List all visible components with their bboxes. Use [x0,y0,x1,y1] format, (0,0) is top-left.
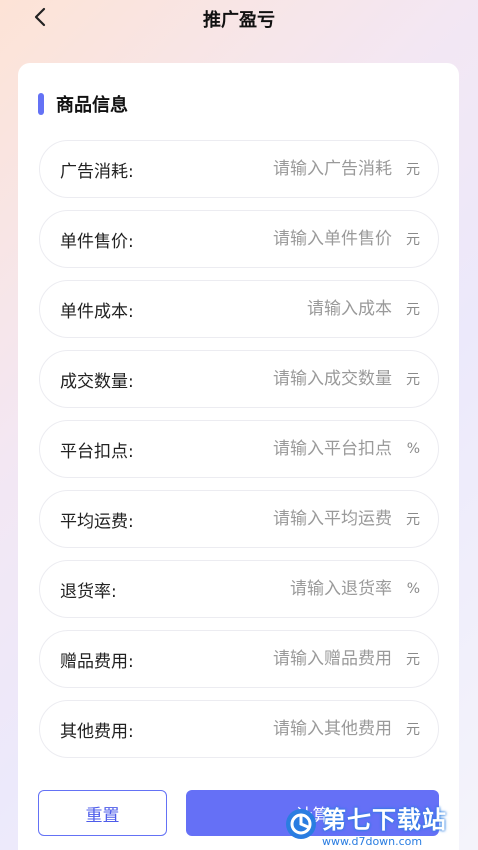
unit-label: % [406,581,420,597]
field-other-cost: 其他费用: 元 [39,700,439,758]
watermark-logo-icon [286,809,316,839]
deal-quantity-input[interactable] [192,369,392,389]
field-platform-fee: 平台扣点: % [39,420,439,478]
platform-fee-input[interactable] [192,439,392,459]
field-label: 广告消耗: [60,161,134,182]
unit-label: 元 [406,372,420,388]
unit-label: 元 [406,302,420,318]
field-gift-cost: 赠品费用: 元 [39,630,439,688]
watermark: 第七下载站 www.d7down.com [284,798,478,850]
unit-label: 元 [406,162,420,178]
unit-label: 元 [406,512,420,528]
avg-shipping-input[interactable] [192,509,392,529]
field-ad-cost: 广告消耗: 元 [39,140,439,198]
unit-price-input[interactable] [192,229,392,249]
unit-label: % [406,441,420,457]
field-label: 其他费用: [60,721,134,742]
unit-cost-input[interactable] [192,299,392,319]
return-rate-input[interactable] [192,579,392,599]
other-cost-input[interactable] [192,719,392,739]
gift-cost-input[interactable] [192,649,392,669]
field-unit-cost: 单件成本: 元 [39,280,439,338]
ad-cost-input[interactable] [192,159,392,179]
unit-label: 元 [406,232,420,248]
field-avg-shipping: 平均运费: 元 [39,490,439,548]
field-label: 平台扣点: [60,441,134,462]
field-label: 平均运费: [60,511,134,532]
section-title: 商品信息 [56,95,128,116]
section-header: 商品信息 [38,91,128,117]
field-label: 成交数量: [60,371,134,392]
field-deal-quantity: 成交数量: 元 [39,350,439,408]
unit-label: 元 [406,722,420,738]
field-unit-price: 单件售价: 元 [39,210,439,268]
field-label: 单件成本: [60,301,134,322]
field-label: 赠品费用: [60,651,134,672]
watermark-text: 第七下载站 [322,806,447,834]
watermark-url: www.d7down.com [322,835,423,848]
unit-label: 元 [406,652,420,668]
page-title: 推广盈亏 [203,10,275,31]
field-label: 退货率: [60,581,117,602]
field-return-rate: 退货率: % [39,560,439,618]
reset-button[interactable]: 重置 [38,790,167,836]
form-card: 商品信息 广告消耗: 元 单件售价: 元 单件成本: 元 成交数量: 元 平台扣… [18,63,459,850]
field-label: 单件售价: [60,231,134,252]
top-bar: 推广盈亏 [0,0,478,36]
section-accent-bar [38,93,44,115]
